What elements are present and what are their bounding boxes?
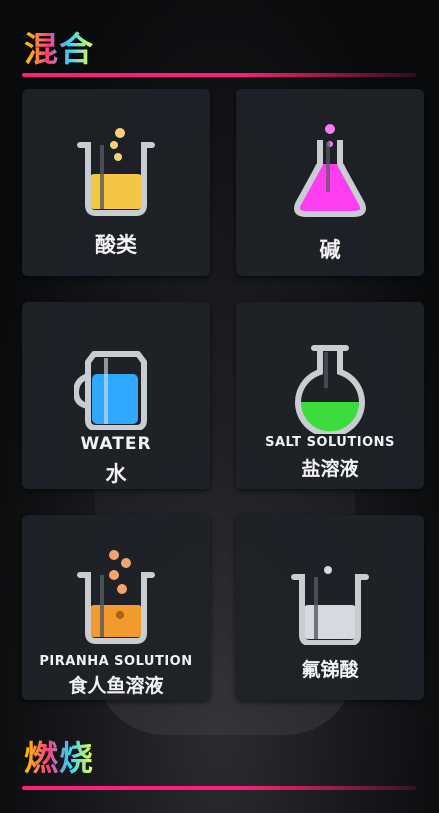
card-water[interactable]: WATER 水: [22, 302, 210, 489]
card-base[interactable]: 碱: [236, 89, 424, 276]
card-water-label-zh: 水: [105, 462, 127, 486]
section-divider: [22, 786, 416, 790]
card-piranha-solution[interactable]: PIRANHA SOLUTION 食人鱼溶液: [22, 515, 210, 700]
section-divider: [22, 73, 416, 77]
card-water-label-en: WATER: [80, 434, 152, 454]
card-base-label: 碱: [319, 238, 341, 262]
round-flask-salt-icon: [295, 345, 365, 434]
beaker-fluoroantimonic-icon: [291, 566, 369, 645]
card-acids-label: 酸类: [95, 233, 137, 257]
card-salt-solutions[interactable]: SALT SOLUTIONS 盐溶液: [236, 302, 424, 489]
section-title-burn: 燃烧: [24, 731, 94, 780]
card-salt-label-en: SALT SOLUTIONS: [265, 435, 395, 450]
beaker-acid-icon: [77, 128, 155, 216]
pitcher-water-icon: [74, 351, 147, 430]
card-piranha-label-zh: 食人鱼溶液: [68, 675, 164, 697]
beaker-piranha-icon: [77, 550, 155, 644]
card-salt-label-zh: 盐溶液: [301, 458, 359, 480]
flask-base-icon: [294, 124, 366, 217]
card-fluoro-label: 氟锑酸: [301, 659, 359, 681]
section-title-mix: 混合: [24, 22, 94, 71]
card-acids[interactable]: 酸类: [22, 89, 210, 276]
card-piranha-label-en: PIRANHA SOLUTION: [39, 654, 193, 669]
card-fluoroantimonic-acid[interactable]: 氟锑酸: [236, 515, 424, 700]
